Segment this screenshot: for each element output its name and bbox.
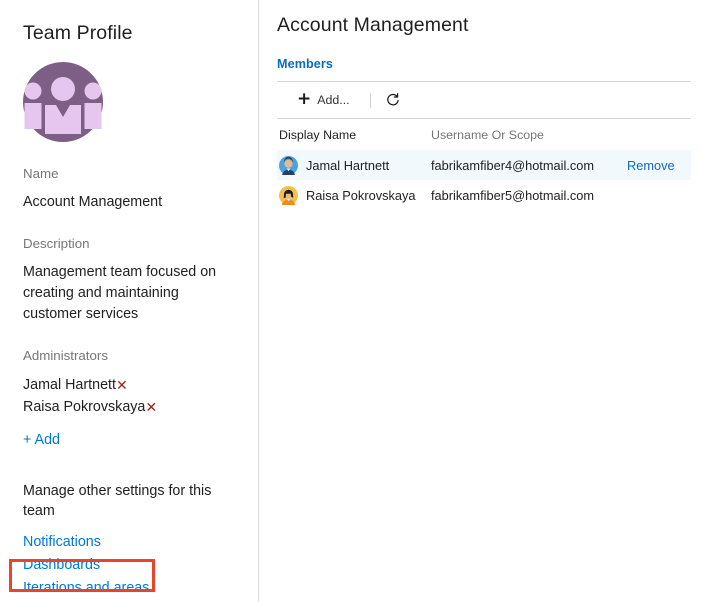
- cell-display-name: Jamal Hartnett: [277, 150, 431, 180]
- column-header-actions: [621, 119, 691, 150]
- page-title: Team Profile: [23, 22, 133, 44]
- table-header-row: Display Name Username Or Scope: [277, 119, 691, 150]
- table-row[interactable]: Jamal Hartnett fabrikamfiber4@hotmail.co…: [277, 150, 691, 180]
- description-label: Description: [23, 236, 90, 251]
- table-row[interactable]: Raisa Pokrovskaya fabrikamfiber5@hotmail…: [277, 180, 691, 210]
- member-username: fabrikamfiber5@hotmail.com: [431, 187, 595, 203]
- manage-settings-section: Manage other settings for this team Noti…: [0, 481, 258, 600]
- members-table-head: Display Name Username Or Scope: [277, 119, 691, 150]
- remove-member-link[interactable]: Remove: [627, 158, 675, 173]
- tab-members[interactable]: Members: [277, 57, 333, 71]
- add-administrator-link[interactable]: + Add: [23, 429, 60, 451]
- member-display-name: Raisa Pokrovskaya: [306, 187, 416, 203]
- member-username: fabrikamfiber4@hotmail.com: [431, 157, 595, 173]
- tab-bar: Members: [259, 37, 701, 73]
- name-field: Name Account Management: [0, 165, 258, 213]
- refresh-button[interactable]: [384, 91, 402, 109]
- members-toolbar: + Add...: [277, 81, 691, 119]
- sidebar-link-iterations-and-areas[interactable]: Iterations and areas: [23, 577, 258, 600]
- name-value: Account Management: [23, 194, 163, 210]
- remove-x-icon[interactable]: ✕: [145, 401, 157, 415]
- administrator-name: Raisa Pokrovskaya: [23, 399, 146, 415]
- refresh-icon: [386, 93, 399, 106]
- members-table: Display Name Username Or Scope Jamal Har…: [277, 119, 691, 210]
- column-header-username-or-scope: Username Or Scope: [431, 128, 544, 142]
- administrator-item: Jamal Hartnett ✕: [23, 374, 258, 396]
- toolbar-separator: [369, 92, 371, 108]
- cell-display-name: Raisa Pokrovskaya: [277, 180, 431, 210]
- user-avatar-yellow-icon: [279, 185, 298, 205]
- plus-icon: +: [297, 88, 312, 109]
- content-title: Account Management: [277, 14, 469, 36]
- team-avatar-container: [0, 45, 258, 142]
- member-display-name: Jamal Hartnett: [306, 157, 390, 173]
- right-panel: Account Management Members + Add... Disp…: [259, 0, 701, 602]
- remove-x-icon[interactable]: ✕: [116, 379, 128, 393]
- administrators-label: Administrators: [23, 348, 108, 363]
- sidebar-link-notifications[interactable]: Notifications: [23, 531, 258, 554]
- add-member-label: Add...: [317, 93, 350, 107]
- administrators-field: Administrators Jamal Hartnett ✕ Raisa Pok…: [0, 347, 258, 451]
- administrator-name: Jamal Hartnett: [23, 377, 116, 393]
- administrator-item: Raisa Pokrovskaya ✕: [23, 396, 258, 418]
- description-value: Management team focused on creating and …: [23, 264, 217, 322]
- user-avatar-blue-icon: [279, 155, 298, 175]
- cell-action: Remove: [621, 150, 691, 180]
- team-profile-page: Team Profile Name Account Management Des…: [0, 0, 701, 602]
- sidebar-link-dashboards[interactable]: Dashboards: [23, 554, 258, 577]
- team-group-avatar-icon: [23, 62, 103, 142]
- column-header-display-name: Display Name: [279, 128, 357, 142]
- settings-links-list: Notifications Dashboards Iterations and …: [23, 521, 258, 600]
- members-table-body: Jamal Hartnett fabrikamfiber4@hotmail.co…: [277, 150, 691, 210]
- cell-action: [621, 180, 691, 210]
- name-label: Name: [23, 166, 59, 181]
- description-field: Description Management team focused on c…: [0, 235, 258, 325]
- left-panel: Team Profile Name Account Management Des…: [0, 0, 258, 602]
- add-member-button[interactable]: + Add...: [293, 90, 354, 111]
- manage-settings-text: Manage other settings for this team: [23, 483, 212, 519]
